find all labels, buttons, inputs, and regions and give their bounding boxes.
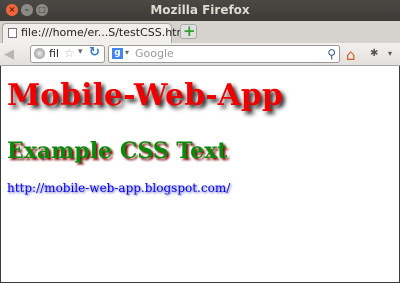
page-heading: Mobile-Web-App (7, 78, 283, 113)
url-bar[interactable]: fil ☆ ▾ ↻ (30, 45, 105, 63)
home-icon[interactable]: ⌂ (346, 46, 356, 64)
page-content: Mobile-Web-App Example CSS Text http://m… (1, 66, 399, 282)
new-tab-button[interactable]: + (180, 22, 197, 40)
navigation-toolbar: ◀ fil ☆ ▾ ↻ g ▾ Google ⚲ ⌂ ✱ ▾ (0, 43, 400, 66)
tab-bar: file:///home/er...S/testCSS.html + (0, 21, 400, 43)
tab-label: file:///home/er...S/testCSS.html (21, 26, 191, 39)
plus-icon: + (183, 22, 196, 40)
search-engine-dropdown-icon[interactable]: ▾ (125, 48, 129, 57)
search-bar[interactable]: g ▾ Google ⚲ (108, 45, 340, 63)
browser-window: × – □ Mozilla Firefox file:///home/er...… (0, 0, 400, 283)
bookmark-star-icon[interactable]: ☆ (64, 46, 75, 60)
search-placeholder: Google (135, 47, 174, 60)
window-title: Mozilla Firefox (150, 3, 250, 17)
page-icon (8, 28, 17, 38)
tab-testcss[interactable]: file:///home/er...S/testCSS.html (2, 23, 190, 43)
history-dropdown-icon[interactable]: ▾ (78, 47, 83, 57)
extensions-icon[interactable]: ✱ (370, 48, 378, 59)
globe-icon (34, 48, 45, 59)
blog-link[interactable]: http://mobile-web-app.blogspot.com/ (7, 181, 230, 195)
title-bar: × – □ Mozilla Firefox (0, 0, 400, 21)
google-search-engine-icon[interactable]: g (112, 48, 123, 59)
search-magnifier-icon[interactable]: ⚲ (327, 47, 336, 61)
page-subheading: Example CSS Text (7, 138, 228, 164)
reload-icon[interactable]: ↻ (89, 45, 100, 60)
url-text: fil (49, 47, 59, 60)
back-arrow-icon[interactable]: ◀ (4, 47, 14, 62)
toolbar-dropdown-icon[interactable]: ▾ (388, 49, 392, 58)
